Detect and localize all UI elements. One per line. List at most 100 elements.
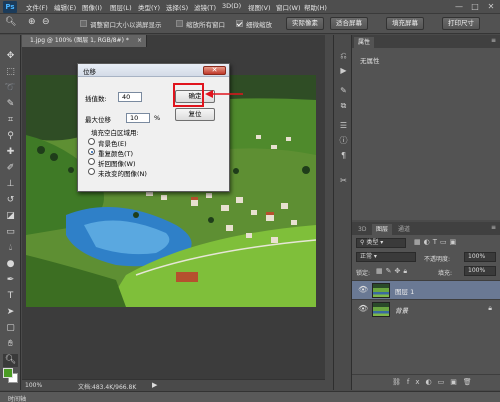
fit-screen-button[interactable]: 适合屏幕: [330, 17, 368, 30]
info-icon[interactable]: ⓘ: [337, 135, 350, 147]
layer-actions-icons[interactable]: ⛓fx◐▭▣🗑︎: [392, 378, 478, 386]
zoom-level[interactable]: 100%: [25, 382, 42, 389]
horizontal-input[interactable]: 40: [118, 92, 142, 102]
blend-mode-value: 正常: [360, 253, 373, 260]
tools-preset-icon[interactable]: ✂: [337, 175, 350, 187]
move-tool-icon[interactable]: ✥: [3, 50, 18, 63]
resize-window-label: 调整窗口大小以满屏显示: [90, 21, 162, 29]
fill-label: 填充:: [438, 270, 453, 277]
eraser-tool-icon[interactable]: ◪: [3, 210, 18, 223]
minimize-button[interactable]: —: [452, 1, 466, 12]
print-size-button[interactable]: 打印尺寸: [442, 17, 480, 30]
menu-window[interactable]: 窗口(W): [276, 2, 301, 12]
document-tab-close-icon[interactable]: ×: [137, 35, 142, 47]
layer-name: 图层 1: [395, 288, 415, 296]
panel-dock-strip: ⎌ ▶ ✎ ⧉ ☰ ⓘ ¶ ✂: [333, 35, 352, 390]
layer-kind-filter[interactable]: ⚲ 类型 ▾: [356, 238, 406, 248]
actual-pixels-button[interactable]: 实际像素: [286, 17, 324, 30]
gradient-tool-icon[interactable]: ▭: [3, 226, 18, 239]
actions-icon[interactable]: ▶: [337, 65, 350, 77]
fill-input[interactable]: 100%: [464, 266, 496, 276]
document-tab[interactable]: 1.jpg @ 100% (图层 1, RGB/8#) * ×: [22, 35, 147, 47]
close-window-button[interactable]: ✕: [484, 1, 498, 12]
zoom-out-icon[interactable]: ⊖: [42, 17, 50, 27]
menu-image[interactable]: 图像(I): [82, 2, 102, 12]
menu-view[interactable]: 视图(V): [248, 2, 271, 12]
maximize-button[interactable]: □: [468, 1, 482, 12]
quick-select-tool-icon[interactable]: ✎: [3, 98, 18, 111]
menu-3d[interactable]: 3D(D): [222, 2, 241, 10]
clone-stamp-tool-icon[interactable]: ⊥: [3, 178, 18, 191]
tab-properties[interactable]: 属性: [354, 37, 375, 48]
wrap-radio[interactable]: [88, 158, 95, 165]
layer-row[interactable]: 👁︎ 图层 1: [352, 280, 500, 299]
crop-tool-icon[interactable]: ⌗: [3, 114, 18, 127]
zoom-tool-icon[interactable]: 🔍︎: [5, 17, 16, 27]
zoom-in-icon[interactable]: ⊕: [28, 17, 36, 27]
layers-tabbar: 3D 图层 通道 ≡: [352, 222, 500, 235]
document-tab-title: 1.jpg @ 100% (图层 1, RGB/8#) *: [30, 37, 129, 44]
lasso-tool-icon[interactable]: ➰: [3, 82, 18, 95]
scrubby-zoom-checkbox[interactable]: [236, 20, 243, 27]
zoom-tool-icon[interactable]: 🔍︎: [3, 354, 18, 367]
filter-icons[interactable]: ▦◐T▭▣: [414, 238, 459, 246]
resize-window-checkbox[interactable]: [80, 20, 87, 27]
menu-filter[interactable]: 滤镜(T): [194, 2, 216, 12]
foreground-color-swatch[interactable]: [3, 368, 13, 378]
dialog-titlebar[interactable]: 位移 ✕: [78, 64, 229, 77]
brush-preset-icon[interactable]: ✎: [337, 85, 350, 97]
hand-tool-icon[interactable]: ✋︎: [3, 338, 18, 351]
opacity-input[interactable]: 100%: [464, 252, 496, 262]
background-radio[interactable]: [88, 138, 95, 145]
unchanged-radio-label: 未改变的图像(N): [98, 170, 147, 178]
pen-tool-icon[interactable]: ✒: [3, 274, 18, 287]
paragraph-icon[interactable]: ¶: [337, 150, 350, 162]
blend-mode-select[interactable]: 正常 ▾: [356, 252, 416, 262]
healing-brush-tool-icon[interactable]: ✚: [3, 146, 18, 159]
unchanged-radio[interactable]: [88, 168, 95, 175]
tab-channels[interactable]: 通道: [394, 224, 414, 235]
eye-icon[interactable]: 👁︎: [358, 285, 368, 294]
tab-3d[interactable]: 3D: [354, 224, 370, 235]
clone-source-icon[interactable]: ⧉: [337, 100, 350, 112]
menu-file[interactable]: 文件(F): [26, 2, 48, 12]
menu-layer[interactable]: 图层(L): [110, 2, 132, 12]
menu-edit[interactable]: 编辑(E): [54, 2, 76, 12]
history-icon[interactable]: ⎌: [337, 50, 350, 62]
tab-layers[interactable]: 图层: [372, 224, 393, 235]
history-brush-tool-icon[interactable]: ↺: [3, 194, 18, 207]
layers-menu-icon[interactable]: ≡: [491, 224, 496, 231]
fill-screen-button[interactable]: 填充屏幕: [386, 17, 424, 30]
timeline-label[interactable]: 时间轴: [8, 394, 26, 402]
zoom-all-label: 缩放所有窗口: [186, 21, 225, 29]
lock-icons[interactable]: ▦✎✥🔒︎: [376, 267, 410, 276]
lock-icon: 🔒︎: [488, 304, 492, 312]
repeat-radio[interactable]: [88, 148, 95, 155]
properties-tabbar: 属性 ≡: [352, 35, 500, 48]
ok-highlight-box: [173, 83, 204, 107]
menu-type[interactable]: 类型(Y): [138, 2, 160, 12]
path-select-tool-icon[interactable]: ➤: [3, 306, 18, 319]
lock-label: 锁定:: [356, 270, 371, 277]
brush-tool-icon[interactable]: ✐: [3, 162, 18, 175]
marquee-tool-icon[interactable]: ⬚: [3, 66, 18, 79]
dodge-tool-icon[interactable]: ●: [3, 258, 18, 271]
vertical-input[interactable]: 10: [126, 113, 150, 123]
unit-label: %: [154, 114, 161, 122]
blur-tool-icon[interactable]: 💧︎: [3, 242, 18, 255]
dialog-close-button[interactable]: ✕: [203, 66, 226, 75]
layer-row[interactable]: 👁︎ 背景 🔒︎: [352, 299, 500, 318]
zoom-all-checkbox[interactable]: [176, 20, 183, 27]
vertical-label: 最大位移: [85, 116, 111, 124]
status-arrow-icon[interactable]: ▶: [152, 381, 157, 389]
eye-icon[interactable]: 👁︎: [358, 304, 368, 313]
reset-button[interactable]: 复位: [175, 108, 215, 121]
wrap-radio-label: 折回图像(W): [98, 160, 136, 168]
panel-menu-icon[interactable]: ≡: [491, 37, 496, 44]
adjust-icon[interactable]: ☰: [337, 120, 350, 132]
rectangle-tool-icon[interactable]: ▢: [3, 322, 18, 335]
menu-select[interactable]: 选择(S): [166, 2, 188, 12]
type-tool-icon[interactable]: T: [3, 290, 18, 303]
menu-help[interactable]: 帮助(H): [304, 2, 327, 12]
eyedropper-tool-icon[interactable]: ⚲: [3, 130, 18, 143]
